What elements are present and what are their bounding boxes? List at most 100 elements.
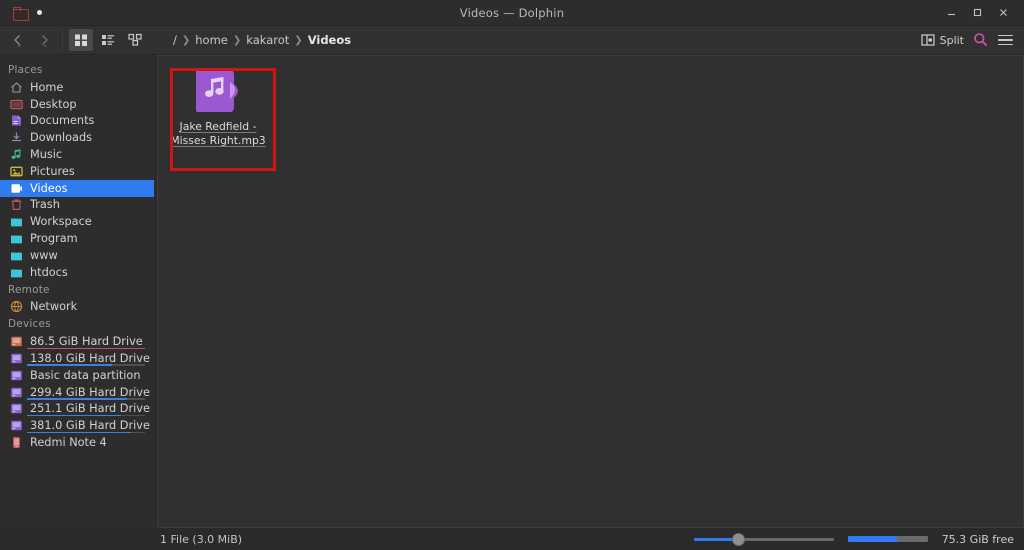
sidebar-item-label: Documents: [30, 114, 95, 128]
sidebar-item-network[interactable]: Network: [0, 299, 154, 316]
folder-icon: [10, 266, 23, 279]
sidebar-item-label: Videos: [30, 181, 68, 195]
sidebar-item-label: Music: [30, 148, 63, 162]
device-capacity-bar: [27, 414, 145, 417]
view-mode-buttons: [69, 29, 147, 51]
sidebar-item-basic-data-partition[interactable]: Basic data partition: [0, 367, 154, 384]
sidebar-item-label: Trash: [30, 198, 60, 212]
view-icons-button[interactable]: [69, 29, 93, 51]
close-button[interactable]: [990, 0, 1016, 26]
sidebar-item-trash[interactable]: Trash: [0, 197, 154, 214]
zoom-slider[interactable]: [693, 532, 834, 546]
navigation-buttons: [0, 29, 56, 51]
hdd-icon: [10, 402, 23, 415]
sidebar-item-label: Redmi Note 4: [30, 436, 107, 450]
sidebar-item-label: 251.1 GiB Hard Drive: [30, 402, 150, 416]
sidebar-item-www[interactable]: www: [0, 247, 154, 264]
device-capacity-bar-fill: [27, 414, 122, 417]
home-icon: [10, 81, 23, 94]
minimize-button[interactable]: [938, 0, 964, 26]
view-details-button[interactable]: [96, 29, 120, 51]
sidebar-item-program[interactable]: Program: [0, 230, 154, 247]
sidebar-item-redmi-note-4[interactable]: Redmi Note 4: [0, 434, 154, 451]
status-bar: 1 File (3.0 MiB) 75.3 GiB free: [0, 528, 1024, 550]
toolbar: / ❯ home ❯ kakarot ❯ Videos Split: [0, 26, 1024, 55]
selection-status: 1 File (3.0 MiB): [160, 532, 243, 546]
list-item-label: Jake Redfield - Misses Right.mp3: [170, 120, 265, 148]
device-capacity-bar-fill: [27, 364, 112, 366]
sidebar-item-htdocs[interactable]: htdocs: [0, 264, 154, 281]
folder-icon: [10, 249, 23, 262]
sidebar-item-251-1-gib-hard-drive[interactable]: 251.1 GiB Hard Drive: [0, 401, 154, 418]
hdd-icon: [10, 369, 23, 382]
split-label: Split: [939, 33, 964, 47]
menu-icon-bar: [998, 43, 1013, 46]
sidebar-section-title-devices: Devices: [8, 318, 51, 331]
folder-icon: [10, 232, 23, 245]
menu-button[interactable]: [998, 34, 1013, 46]
window-body: Places Home Desktop Documents Downloads Music…: [0, 55, 1024, 528]
audio-file-icon: [194, 68, 242, 114]
forward-button[interactable]: [32, 29, 56, 51]
menu-icon-bar: [998, 34, 1013, 37]
sidebar-item-138-0-gib-hard-drive[interactable]: 138.0 GiB Hard Drive: [0, 350, 154, 367]
breadcrumb-item-home[interactable]: home: [195, 33, 228, 47]
dolphin-window: Videos — Dolphin / ❯ home ❯ kakarot ❯ Vi…: [0, 0, 1024, 550]
maximize-button[interactable]: [964, 0, 990, 26]
places-sidebar[interactable]: Places Home Desktop Documents Downloads Music…: [0, 55, 154, 528]
list-item[interactable]: Jake Redfield - Misses Right.mp3: [170, 68, 276, 171]
breadcrumb-item-videos[interactable]: Videos: [308, 33, 351, 47]
sidebar-item-label: 138.0 GiB Hard Drive: [30, 352, 150, 366]
search-button[interactable]: [973, 32, 989, 48]
device-capacity-bar-fill: [27, 347, 145, 350]
sidebar-item-label: Desktop: [30, 97, 77, 111]
back-button[interactable]: [6, 29, 30, 51]
zoom-slider-handle[interactable]: [732, 532, 746, 546]
split-icon: [921, 34, 935, 46]
sidebar-item-documents[interactable]: Documents: [0, 113, 154, 130]
window-dot-icon: [37, 10, 42, 15]
breadcrumb-separator-icon: ❯: [232, 34, 242, 46]
split-button[interactable]: Split: [921, 33, 964, 47]
folder-icon: [13, 6, 29, 21]
pictures-icon: [10, 165, 23, 178]
menu-icon-bar: [998, 39, 1013, 41]
sidebar-item-workspace[interactable]: Workspace: [0, 213, 154, 230]
sidebar-item-home[interactable]: Home: [0, 79, 154, 96]
sidebar-item-label: Downloads: [30, 131, 93, 145]
sidebar-section-title-remote: Remote: [8, 283, 50, 296]
device-capacity-bar: [27, 347, 145, 350]
sidebar-item-label: www: [30, 248, 58, 262]
breadcrumb-item-kakarot[interactable]: kakarot: [246, 33, 289, 47]
window-controls: [938, 0, 1024, 26]
sidebar-item-downloads[interactable]: Downloads: [0, 129, 154, 146]
sidebar-item-label: Program: [30, 232, 78, 246]
free-space-label: 75.3 GiB free: [941, 532, 1014, 546]
window-title: Videos — Dolphin: [459, 5, 565, 20]
downloads-icon: [10, 131, 23, 144]
sidebar-item-label: Pictures: [30, 164, 75, 178]
hdd-icon: [10, 352, 23, 365]
trash-icon: [10, 198, 23, 211]
documents-icon: [10, 114, 23, 127]
breadcrumb[interactable]: / ❯ home ❯ kakarot ❯ Videos: [173, 33, 351, 47]
search-icon: [974, 33, 988, 47]
sidebar-item-86-5-gib-hard-drive[interactable]: 86.5 GiB Hard Drive: [0, 333, 154, 350]
sidebar-item-381-0-gib-hard-drive[interactable]: 381.0 GiB Hard Drive: [0, 417, 154, 434]
file-name-line-2: Misses Right.mp3: [170, 134, 266, 147]
hdd-icon: [10, 386, 23, 399]
breadcrumb-separator-icon: ❯: [294, 34, 303, 46]
view-compact-button[interactable]: [123, 29, 147, 51]
sidebar-item-299-4-gib-hard-drive[interactable]: 299.4 GiB Hard Drive: [0, 384, 154, 401]
videos-icon: [10, 182, 23, 195]
sidebar-item-desktop[interactable]: Desktop: [0, 96, 154, 113]
sidebar-item-music[interactable]: Music: [0, 146, 154, 163]
toolbar-separator: [62, 31, 63, 49]
breadcrumb-item--[interactable]: /: [173, 33, 177, 47]
sidebar-item-pictures[interactable]: Pictures: [0, 163, 154, 180]
sidebar-item-videos[interactable]: Videos: [0, 179, 154, 197]
sidebar-item-label: htdocs: [30, 265, 68, 279]
music-icon: [10, 148, 23, 161]
free-space-bar: [847, 536, 928, 542]
file-view[interactable]: Jake Redfield - Misses Right.mp3: [157, 55, 1024, 528]
